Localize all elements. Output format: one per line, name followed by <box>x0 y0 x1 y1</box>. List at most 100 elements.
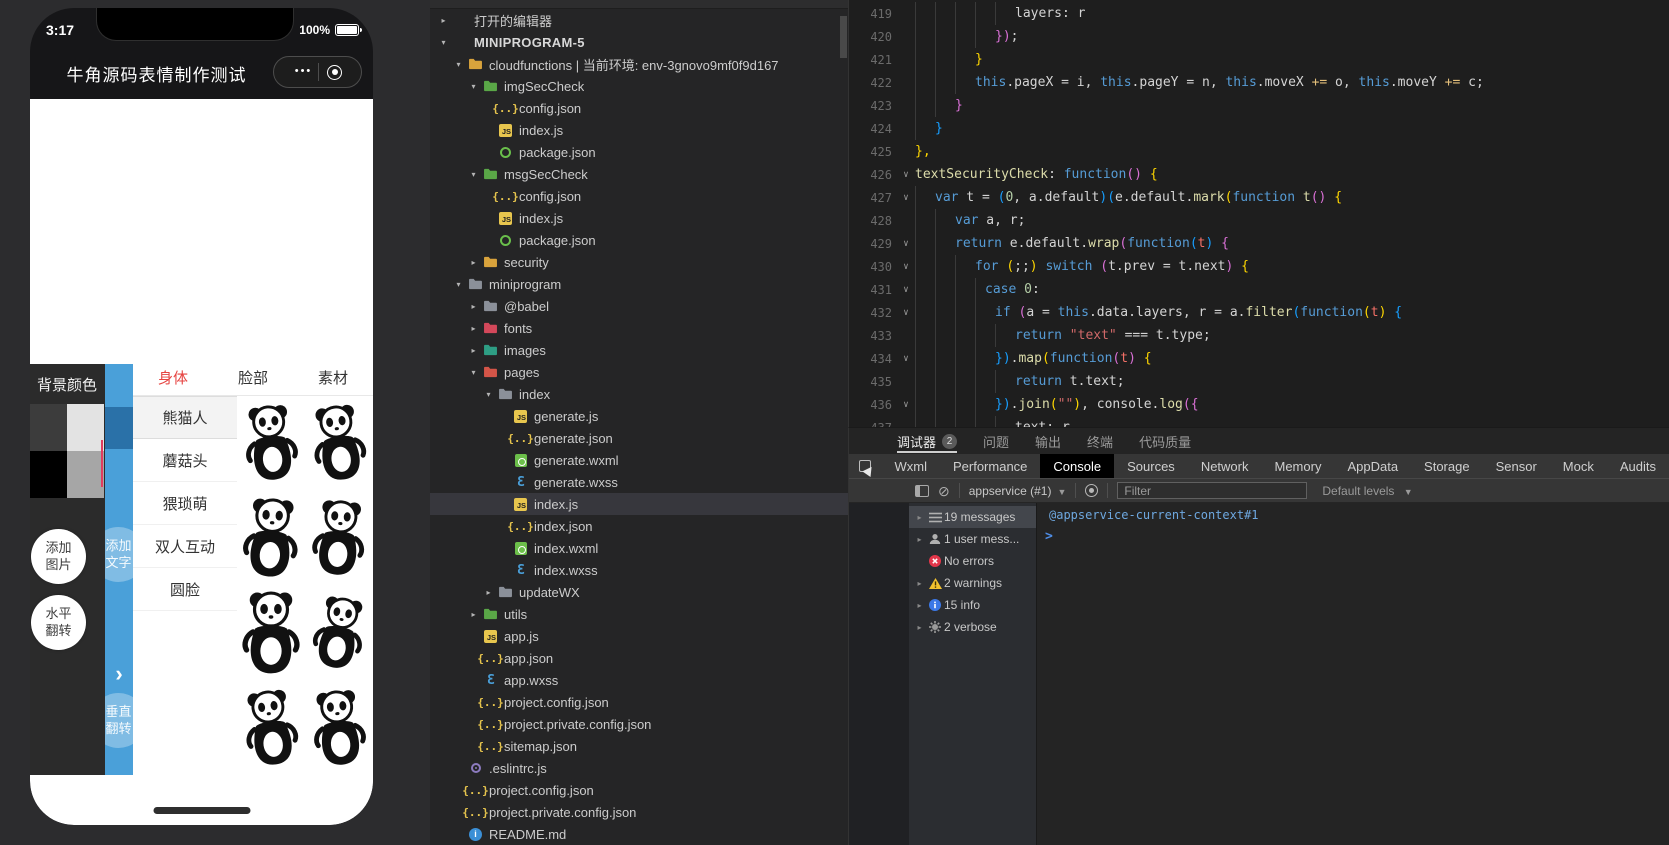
fold-arrow-icon[interactable]: ∨ <box>897 170 915 180</box>
panda-sticker[interactable] <box>305 586 373 681</box>
tree-item-.eslintrc.js[interactable]: .eslintrc.js <box>430 757 848 779</box>
tree-item-project.config.json[interactable]: {..} project.config.json <box>430 779 848 801</box>
chevron-right-icon[interactable]: › <box>105 663 133 685</box>
tree-item-index.js[interactable]: JS index.js <box>430 207 848 229</box>
console-filter-user[interactable]: ▸ 1 user mess... <box>909 528 1036 550</box>
panda-sticker[interactable] <box>305 491 373 586</box>
devtools-tab-memory[interactable]: Memory <box>1262 454 1335 478</box>
devtools-tab-audits[interactable]: Audits <box>1607 454 1669 478</box>
panel-tab-代码质量[interactable]: 代码质量 <box>1139 428 1191 454</box>
tree-item-generate.wxss[interactable]: 3 generate.wxss <box>430 471 848 493</box>
fold-arrow-icon[interactable]: ∨ <box>897 285 915 295</box>
live-expression-eye-icon[interactable] <box>1085 484 1099 497</box>
clear-console-icon[interactable]: ⊘ <box>938 484 950 498</box>
log-levels-select[interactable]: Default levels ▼ <box>1322 484 1412 498</box>
tree-item-pages[interactable]: ▾ pages <box>430 361 848 383</box>
add-image-button[interactable]: 添加 图片 <box>31 529 86 584</box>
panda-sticker[interactable] <box>305 681 373 776</box>
console-filter-error[interactable]: No errors <box>909 550 1036 572</box>
code-line[interactable]: 426 ∨ textSecurityCheck: function() { <box>849 163 1669 186</box>
console-filter-info[interactable]: ▸ 15 info <box>909 594 1036 616</box>
tab-脸部[interactable]: 脸部 <box>213 360 293 395</box>
tree-item-generate.wxml[interactable]: generate.wxml <box>430 449 848 471</box>
tree-item-config.json[interactable]: {..} config.json <box>430 185 848 207</box>
tree-item-index.wxml[interactable]: index.wxml <box>430 537 848 559</box>
code-line[interactable]: 428 var a, r; <box>849 209 1669 232</box>
code-line[interactable]: 423} <box>849 94 1669 117</box>
panda-sticker[interactable] <box>237 491 305 586</box>
fold-arrow-icon[interactable]: ∨ <box>897 308 915 318</box>
tree-collapse-icon[interactable]: ▸ <box>466 324 481 333</box>
inspect-element-icon[interactable] <box>849 454 881 478</box>
tree-item-sitemap.json[interactable]: {..} sitemap.json <box>430 735 848 757</box>
tree-collapse-icon[interactable]: ▸ <box>481 588 496 597</box>
devtools-tab-sensor[interactable]: Sensor <box>1483 454 1550 478</box>
panel-tab-输出[interactable]: 输出 <box>1035 428 1061 454</box>
tree-collapse-icon[interactable]: ▸ <box>466 346 481 355</box>
editing-canvas[interactable]: 身体 脸部 素材 熊猫人 蘑菇头 猥琐萌 双人互动 圆脸 背景颜色 添加 图片 水平 翻转 … <box>30 99 373 825</box>
devtools-tab-mock[interactable]: Mock <box>1550 454 1607 478</box>
panda-sticker[interactable] <box>237 586 305 681</box>
code-line[interactable]: 430 ∨ for (;;) switch (t.prev = t.next) { <box>849 255 1669 278</box>
tree-item-[interactable]: ▸ 打开的编辑器 <box>430 9 848 31</box>
code-line[interactable]: 433 return "text" === t.type; <box>849 324 1669 347</box>
panda-sticker[interactable] <box>237 396 305 491</box>
tree-collapse-icon[interactable]: ▸ <box>913 579 926 588</box>
tree-item-config.json[interactable]: {..} config.json <box>430 97 848 119</box>
add-text-button[interactable]: 添加 文字 <box>105 527 133 582</box>
tree-item-index[interactable]: ▾ index <box>430 383 848 405</box>
code-line[interactable]: 419 layers: r <box>849 2 1669 25</box>
tree-item-app.wxss[interactable]: 3 app.wxss <box>430 669 848 691</box>
tree-item-project.private.config.json[interactable]: {..} project.private.config.json <box>430 801 848 823</box>
devtools-tab-performance[interactable]: Performance <box>940 454 1040 478</box>
tree-expand-icon[interactable]: ▾ <box>466 368 481 377</box>
code-line[interactable]: 427 ∨ var t = (0, a.default)(e.default.mar… <box>849 186 1669 209</box>
panda-sticker[interactable] <box>237 681 305 776</box>
code-line[interactable]: 425}, <box>849 140 1669 163</box>
tree-expand-icon[interactable]: ▾ <box>466 170 481 179</box>
devtools-tab-wxml[interactable]: Wxml <box>881 454 940 478</box>
category-item[interactable]: 双人互动 <box>133 525 237 568</box>
code-line[interactable]: 424} <box>849 117 1669 140</box>
tree-item-images[interactable]: ▸ images <box>430 339 848 361</box>
tree-item-updateWX[interactable]: ▸ updateWX <box>430 581 848 603</box>
tree-item-miniprogram[interactable]: ▾ miniprogram <box>430 273 848 295</box>
console-filter-warning[interactable]: ▸ 2 warnings <box>909 572 1036 594</box>
console-context-link[interactable]: @appservice-current-context#1 <box>1037 503 1669 525</box>
console-prompt-chevron[interactable]: > <box>1037 525 1669 544</box>
code-line[interactable]: 432 ∨ if (a = this.data.layers, r = a.filt… <box>849 301 1669 324</box>
tree-item-generate.js[interactable]: JS generate.js <box>430 405 848 427</box>
category-item[interactable]: 熊猫人 <box>133 396 237 439</box>
tree-item-package.json[interactable]: package.json <box>430 229 848 251</box>
code-line[interactable]: 422 this.pageX = i, this.pageY = n, this.… <box>849 71 1669 94</box>
tree-expand-icon[interactable]: ▾ <box>481 390 496 399</box>
category-item[interactable]: 圆脸 <box>133 568 237 611</box>
console-output[interactable]: @appservice-current-context#1 > <box>1037 503 1669 845</box>
tree-collapse-icon[interactable]: ▸ <box>466 610 481 619</box>
color-swatch[interactable] <box>67 451 104 498</box>
code-line[interactable]: 429 ∨ return e.default.wrap(function(t) { <box>849 232 1669 255</box>
tree-item-security[interactable]: ▸ security <box>430 251 848 273</box>
fold-arrow-icon[interactable]: ∨ <box>897 193 915 203</box>
capsule-menu[interactable]: ••• <box>273 56 362 88</box>
devtools-tab-sources[interactable]: Sources <box>1114 454 1188 478</box>
tree-collapse-icon[interactable]: ▸ <box>436 16 451 25</box>
code-line[interactable]: 434 ∨}).map(function(t) { <box>849 347 1669 370</box>
tree-item-index.js[interactable]: JS index.js <box>430 493 848 515</box>
tree-collapse-icon[interactable]: ▸ <box>913 535 926 544</box>
fold-arrow-icon[interactable]: ∨ <box>897 262 915 272</box>
panda-sticker[interactable] <box>305 396 373 491</box>
tree-item-project.private.config.json[interactable]: {..} project.private.config.json <box>430 713 848 735</box>
tree-item-app.json[interactable]: {..} app.json <box>430 647 848 669</box>
tree-item-@babel[interactable]: ▸ @babel <box>430 295 848 317</box>
tree-collapse-icon[interactable]: ▸ <box>913 623 926 632</box>
code-line[interactable]: 435 return t.text; <box>849 370 1669 393</box>
tree-item-app.js[interactable]: JS app.js <box>430 625 848 647</box>
tree-expand-icon[interactable]: ▾ <box>451 60 466 69</box>
tab-身体[interactable]: 身体 <box>133 360 213 395</box>
tree-item-index.js[interactable]: JS index.js <box>430 119 848 141</box>
code-line[interactable]: 436 ∨}).join(""), console.log({ <box>849 393 1669 416</box>
tree-collapse-icon[interactable]: ▸ <box>466 302 481 311</box>
code-editor[interactable]: 419 layers: r 420}); 421} 422 this.pageX = i,… <box>848 0 1669 427</box>
devtools-tab-network[interactable]: Network <box>1188 454 1262 478</box>
